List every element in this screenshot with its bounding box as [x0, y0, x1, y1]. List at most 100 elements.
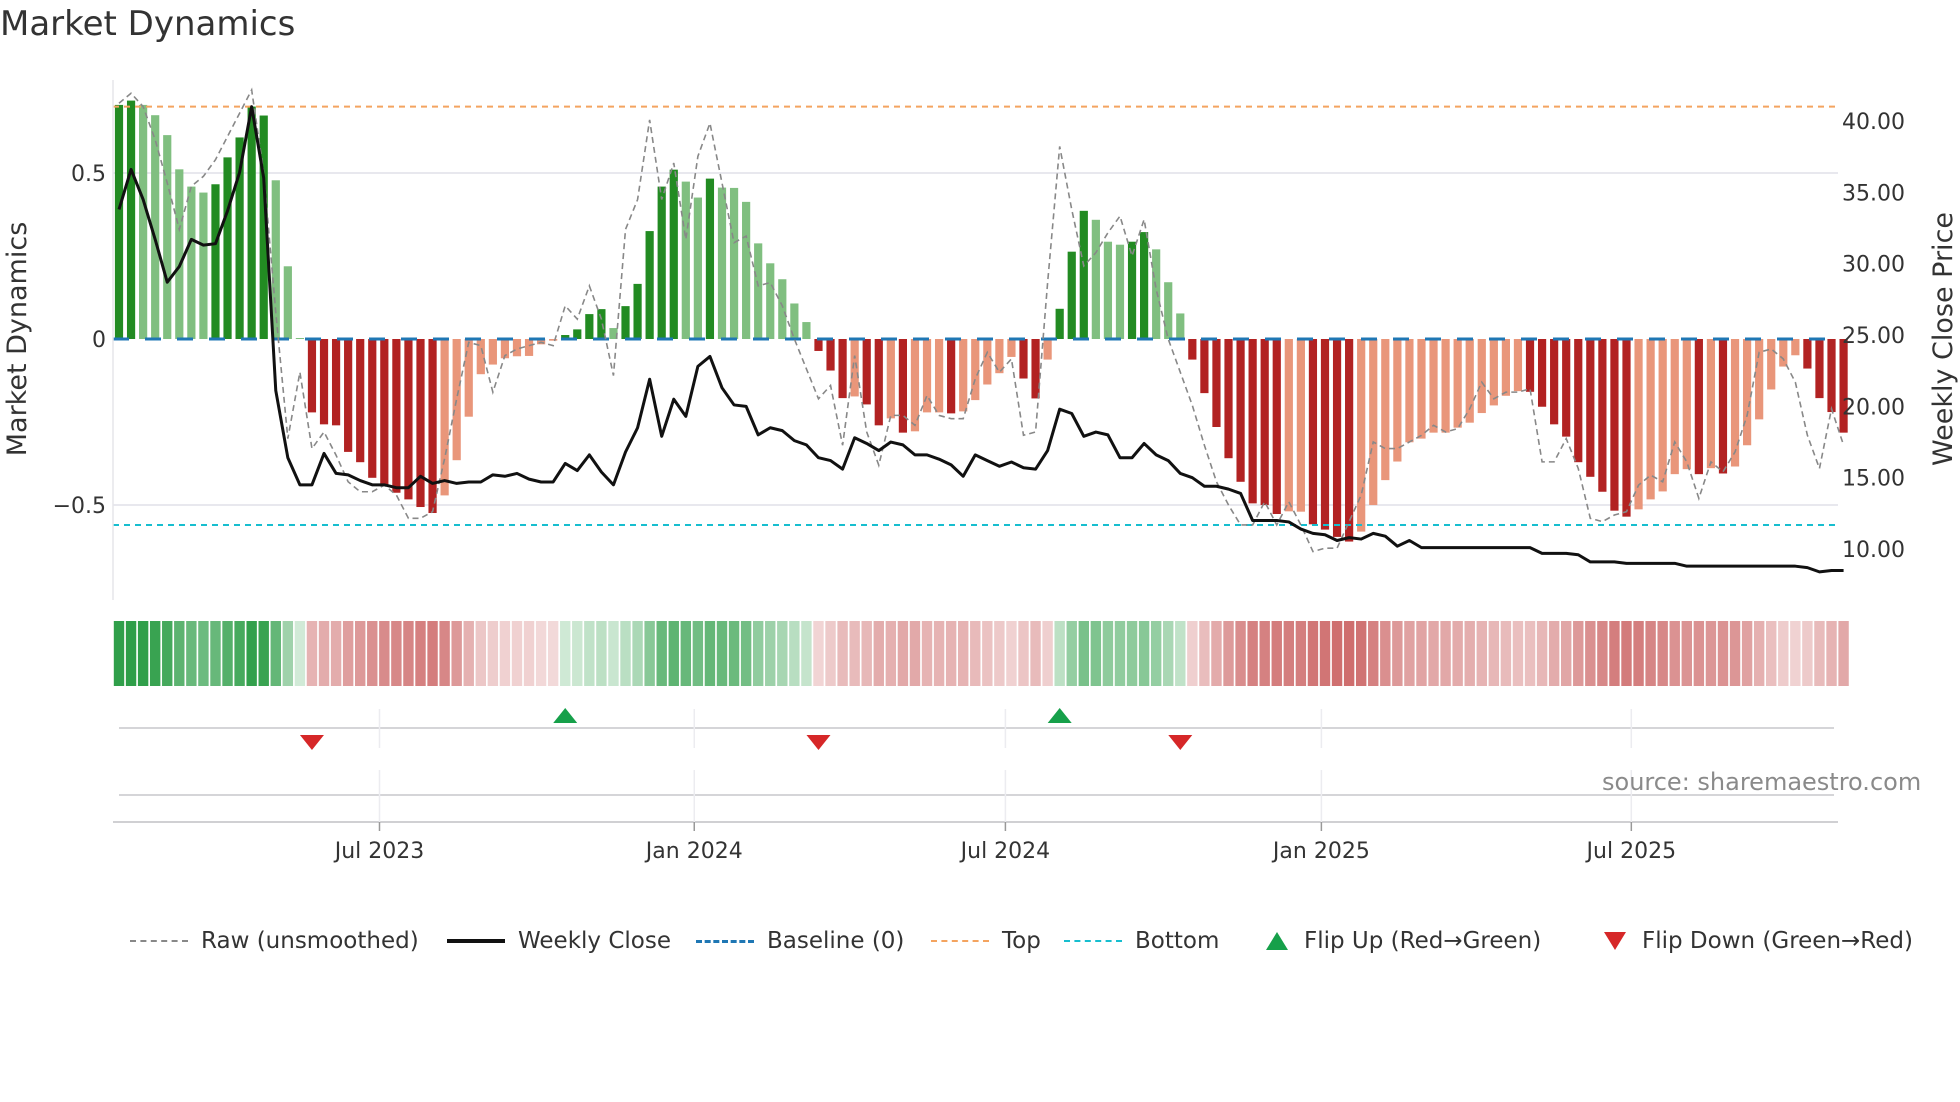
dynamics-bar: [1152, 249, 1161, 340]
regime-cell: [523, 621, 535, 686]
regime-cell: [1380, 621, 1391, 686]
regime-cell: [1741, 621, 1753, 686]
regime-cell: [403, 621, 414, 686]
dynamics-bar: [717, 187, 727, 340]
regime-cell: [668, 621, 679, 686]
dynamics-bar: [416, 339, 425, 508]
dynamics-bar: [1308, 339, 1318, 525]
dynamics-bar: [1477, 339, 1486, 414]
dynamics-bar: [1574, 339, 1583, 463]
regime-cell: [801, 621, 812, 686]
bottom-line-swatch: [1064, 940, 1122, 942]
dynamics-bar: [1718, 339, 1728, 474]
regime-cell: [149, 621, 161, 686]
dynamics-bar: [344, 339, 353, 452]
dynamics-bar: [1393, 339, 1402, 462]
dynamics-bar: [1803, 339, 1812, 369]
dynamics-bar: [1369, 339, 1378, 506]
y-tick-label: 0.5: [71, 162, 106, 187]
regime-cell: [765, 621, 776, 686]
y2-tick-label: 15.00: [1842, 467, 1905, 492]
y2-tick-label: 30.00: [1842, 253, 1905, 278]
dynamics-bar: [1381, 339, 1390, 481]
legend-item-top: Top: [931, 923, 1041, 959]
regime-cell: [1693, 621, 1705, 686]
dynamics-bar: [1200, 339, 1209, 394]
regime-cell: [752, 621, 764, 686]
regime-cell: [644, 621, 655, 686]
dynamics-bar: [850, 339, 859, 397]
dynamics-bar: [428, 339, 437, 514]
dynamics-bar: [669, 169, 678, 340]
y2-tick-label: 25.00: [1842, 324, 1905, 349]
dynamics-bar: [1658, 339, 1667, 492]
dynamics-bar: [1055, 308, 1064, 340]
regime-cell: [1223, 621, 1234, 686]
dynamics-bar: [199, 192, 208, 340]
dynamics-bar: [585, 314, 594, 340]
regime-cell: [1597, 621, 1608, 686]
dynamics-bar: [1586, 339, 1595, 477]
regime-cell: [463, 621, 474, 686]
dynamics-bar: [404, 339, 413, 500]
regime-cell: [1150, 621, 1162, 686]
dynamics-bar: [1127, 241, 1137, 340]
regime-cell: [1717, 621, 1729, 686]
raw-line-swatch: [130, 940, 188, 942]
x-tick-label: Jan 2025: [1271, 839, 1370, 864]
regime-cell: [1681, 621, 1692, 686]
dynamics-bar: [886, 339, 895, 419]
regime-strip: [113, 621, 1849, 686]
regime-cell: [282, 621, 294, 686]
dynamics-bar: [1296, 339, 1305, 512]
regime-cell: [560, 621, 571, 686]
regime-cell: [475, 621, 486, 686]
regime-cell: [270, 621, 281, 686]
legend-item-bottom: Bottom: [1064, 923, 1219, 959]
regime-cell: [1042, 621, 1053, 686]
regime-cell: [174, 621, 185, 686]
dynamics-bar: [1212, 339, 1221, 427]
dynamics-bar: [826, 339, 835, 371]
regime-cell: [1271, 621, 1282, 686]
legend: Raw (unsmoothed) Weekly Close Baseline (…: [0, 923, 1960, 959]
regime-cell: [547, 621, 559, 686]
dynamics-bar: [1610, 339, 1619, 511]
regime-cell: [427, 621, 438, 686]
regime-cell: [1368, 621, 1379, 686]
flip-down-marker: [806, 735, 831, 750]
legend-label-raw: Raw (unsmoothed): [201, 928, 419, 954]
dynamics-bar: [1465, 339, 1474, 423]
dynamics-bar: [368, 339, 377, 478]
regime-cell: [1331, 621, 1343, 686]
dynamics-bar: [1236, 339, 1245, 482]
dynamics-bar: [1357, 339, 1366, 532]
dynamics-bar: [645, 231, 654, 340]
dynamics-bar: [1682, 339, 1691, 470]
regime-cell: [680, 621, 692, 686]
legend-label-flip-up: Flip Up (Red→Green): [1304, 928, 1542, 954]
regime-cell: [451, 621, 462, 686]
regime-cell: [1235, 621, 1246, 686]
dynamics-bar: [754, 243, 763, 340]
dynamics-bar: [1176, 313, 1185, 340]
regime-cell: [1488, 621, 1500, 686]
dynamics-bar: [983, 339, 992, 385]
regime-cell: [1778, 621, 1789, 686]
regime-cell: [439, 621, 450, 686]
regime-cell: [994, 621, 1005, 686]
dynamics-bar: [1272, 339, 1281, 514]
regime-cell: [306, 621, 318, 686]
regime-cell: [1199, 621, 1210, 686]
dynamics-bar: [1079, 210, 1088, 340]
regime-cell: [1259, 621, 1270, 686]
regime-cell: [921, 621, 933, 686]
regime-cell: [1138, 621, 1150, 686]
top-line-swatch: [931, 940, 989, 942]
regime-cell: [596, 621, 607, 686]
legend-label-flip-down: Flip Down (Green→Red): [1642, 928, 1913, 954]
dynamics-bar: [621, 306, 630, 340]
y-axis-label: Market Dynamics: [2, 222, 33, 457]
regime-cell: [1126, 621, 1138, 686]
dynamics-bar: [223, 157, 232, 340]
